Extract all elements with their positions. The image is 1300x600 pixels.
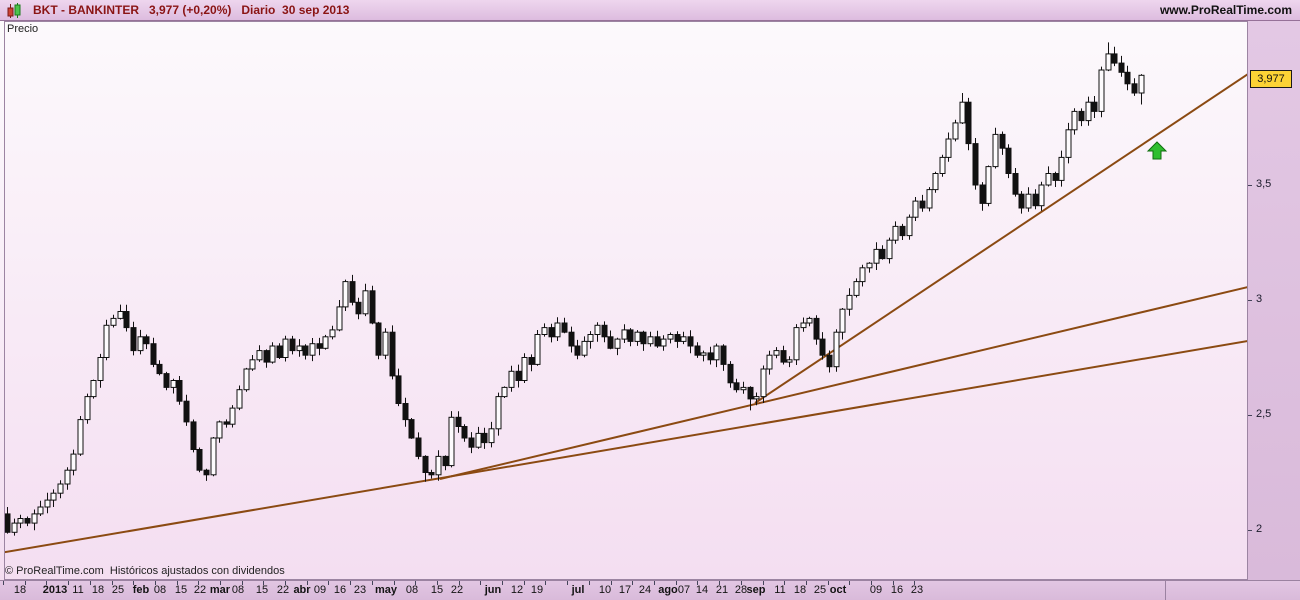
time-axis-day-label: 21 xyxy=(715,584,729,596)
time-axis-day-label: 10 xyxy=(598,584,612,596)
candlestick-icon xyxy=(7,2,21,18)
time-axis-tick xyxy=(328,581,329,585)
price-axis-tick xyxy=(1248,415,1252,416)
time-axis-day-label: 09 xyxy=(313,584,327,596)
time-axis-tick xyxy=(3,581,4,585)
time-axis-month-label: may xyxy=(374,584,398,596)
time-axis-day-label: 15 xyxy=(430,584,444,596)
time-axis-tick xyxy=(806,581,807,585)
time-axis-day-label: 09 xyxy=(869,584,883,596)
prorealtime-chart-window: BKT - BANKINTER 3,977 (+0,20%) Diario 30… xyxy=(0,0,1300,600)
time-axis-day-label: 28 xyxy=(734,584,748,596)
price-axis-label: 2 xyxy=(1256,523,1263,535)
time-axis-tick xyxy=(90,581,91,585)
time-axis-day-label: 24 xyxy=(638,584,652,596)
time-axis-day-label: 11 xyxy=(72,584,84,596)
time-axis-day-label: 25 xyxy=(813,584,827,596)
chart-plot-area[interactable] xyxy=(4,21,1248,580)
time-axis-day-label: 11 xyxy=(774,584,786,596)
price-axis-label: 3,5 xyxy=(1256,178,1272,190)
time-axis-day-label: 16 xyxy=(890,584,904,596)
time-axis-day-label: 22 xyxy=(276,584,290,596)
time-axis-day-label: 17 xyxy=(618,584,632,596)
time-axis-day-label: 08 xyxy=(153,584,167,596)
time-axis-day-label: 22 xyxy=(450,584,464,596)
time-axis-day-label: 18 xyxy=(91,584,105,596)
price-pane-label: Precio xyxy=(7,23,39,35)
time-axis-tick xyxy=(611,581,612,585)
price-axis-label: 2,5 xyxy=(1256,408,1272,420)
time-axis-day-label: 08 xyxy=(231,584,245,596)
time-axis-day-label: 18 xyxy=(13,584,27,596)
last-price-tag: 3,977 xyxy=(1250,70,1292,88)
time-axis-day-label: 07 xyxy=(677,584,691,596)
price-axis-tick xyxy=(1248,530,1252,531)
copyright-note: © ProRealTime.com Históricos ajustados c… xyxy=(5,565,285,577)
time-axis-month-label: feb xyxy=(132,584,150,596)
time-axis-tick xyxy=(545,581,546,585)
title-bar: BKT - BANKINTER 3,977 (+0,20%) Diario 30… xyxy=(0,0,1300,21)
time-axis-day-label: 22 xyxy=(193,584,207,596)
time-axis-tick xyxy=(632,581,633,585)
time-axis-tick xyxy=(589,581,590,585)
time-axis-tick xyxy=(480,581,481,585)
time-axis-tick xyxy=(567,581,568,585)
time-axis-month-label: mar xyxy=(209,584,231,596)
time-axis-day-label: 23 xyxy=(353,584,367,596)
time-axis-month-label: abr xyxy=(293,584,311,596)
time-axis-tick xyxy=(372,581,373,585)
time-axis-day-label: 15 xyxy=(255,584,269,596)
instrument-title: BKT - BANKINTER 3,977 (+0,20%) Diario 30… xyxy=(33,3,350,17)
price-axis-tick xyxy=(1248,185,1252,186)
time-axis-day-label: 14 xyxy=(695,584,709,596)
time-axis-day-label: 12 xyxy=(510,584,524,596)
time-axis-month-label: sep xyxy=(746,584,766,596)
time-axis-month-label: ago xyxy=(658,584,678,596)
time-axis-month-label: oct xyxy=(829,584,847,596)
time-axis-month-label: jul xyxy=(571,584,585,596)
time-axis-day-label: 16 xyxy=(333,584,347,596)
time-axis-day-label: 15 xyxy=(174,584,188,596)
time-axis-divider xyxy=(1165,580,1166,600)
time-axis-tick xyxy=(849,581,850,585)
time-axis-month-label: jun xyxy=(484,584,502,596)
time-axis-tick xyxy=(524,581,525,585)
time-axis-day-label: 25 xyxy=(111,584,125,596)
time-axis-tick xyxy=(350,581,351,585)
time-axis-tick xyxy=(502,581,503,585)
time-axis-day-label: 23 xyxy=(910,584,924,596)
time-axis-tick xyxy=(68,581,69,585)
time-axis-day-label: 08 xyxy=(405,584,419,596)
time-axis-day-label: 18 xyxy=(793,584,807,596)
price-axis-tick xyxy=(1248,300,1252,301)
time-axis-month-label: 2013 xyxy=(42,584,68,596)
price-axis-label: 3 xyxy=(1256,293,1263,305)
time-axis-tick xyxy=(654,581,655,585)
time-axis-day-label: 19 xyxy=(530,584,544,596)
website-link[interactable]: www.ProRealTime.com xyxy=(1160,3,1292,17)
